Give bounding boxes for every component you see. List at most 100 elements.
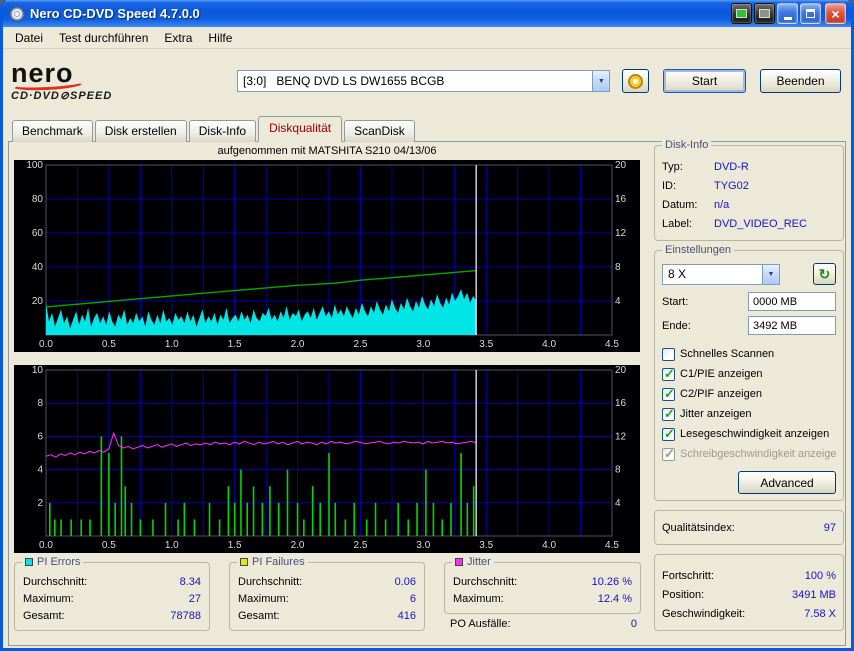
end-position-field[interactable]	[748, 316, 836, 335]
charts-column: aufgenommen mit MATSHITA S210 04/13/06 2…	[14, 145, 646, 641]
nero-logo: nero CD·DVD⊘SPEED	[10, 60, 223, 102]
tab-disk-info[interactable]: Disk-Info	[188, 120, 257, 142]
titlebar-utility-button-1[interactable]	[731, 3, 752, 24]
pif-avg-row: Durchschnitt: 0.06	[238, 576, 416, 588]
svg-text:60: 60	[32, 228, 44, 239]
tab-benchmark[interactable]: Benchmark	[12, 120, 93, 142]
svg-text:8: 8	[615, 262, 621, 273]
svg-text:40: 40	[32, 262, 44, 273]
pif-total-row: Gesamt: 416	[238, 610, 416, 622]
scan-speed-value: 8 X	[668, 267, 687, 281]
svg-text:3.5: 3.5	[479, 540, 493, 551]
svg-text:2.0: 2.0	[291, 540, 305, 551]
pif-max-row: Maximum: 6	[238, 593, 416, 605]
svg-text:80: 80	[32, 194, 44, 205]
side-column: Disk-Info Typ: DVD-R ID: TYG02 Datum: n/a L…	[654, 139, 844, 641]
svg-text:3.0: 3.0	[416, 339, 430, 350]
drive-select[interactable]: [3:0] BENQ DVD LS DW1655 BCGB ▼	[237, 70, 611, 92]
checkbox-schnelles-scannen[interactable]: ✓ Schnelles Scannen	[662, 344, 836, 364]
pif-legend-icon	[240, 558, 248, 566]
titlebar-utility-button-2[interactable]	[754, 3, 775, 24]
svg-text:4.5: 4.5	[605, 339, 619, 350]
advanced-button[interactable]: Advanced	[738, 471, 836, 494]
svg-text:16: 16	[615, 194, 627, 205]
checkbox-icon: ✓	[662, 405, 675, 421]
svg-text:8: 8	[37, 398, 43, 409]
checkbox-c2-pif[interactable]: ✓ C2/PIF anzeigen	[662, 384, 836, 404]
svg-text:0.5: 0.5	[102, 540, 116, 551]
checkbox-lesegeschwindigkeit[interactable]: ✓ Lesegeschwindigkeit anzeigen	[662, 424, 836, 444]
scan-speed-select[interactable]: 8 X ▼	[662, 263, 780, 285]
svg-text:4: 4	[37, 465, 43, 476]
titlebar[interactable]: Nero CD-DVD Speed 4.7.0.0 ×	[3, 0, 851, 27]
tab-bar: Benchmark Disk erstellen Disk-Info Diskq…	[12, 115, 851, 142]
menu-hilfe[interactable]: Hilfe	[200, 29, 240, 47]
svg-text:6: 6	[37, 431, 43, 442]
logo-subtext: CD·DVD⊘SPEED	[11, 90, 113, 102]
po-failures-row: PO Ausfälle: 0	[450, 618, 637, 630]
close-icon: ×	[831, 5, 840, 22]
drive-select-value: [3:0] BENQ DVD LS DW1655 BCGB	[243, 74, 445, 88]
settings-group: Einstellungen 8 X ▼ ↻ Start: Ende:	[654, 244, 844, 501]
svg-text:12: 12	[615, 228, 627, 239]
screen-icon	[759, 9, 770, 18]
checkbox-c1-pie[interactable]: ✓ C1/PIE anzeigen	[662, 364, 836, 384]
pi-errors-box: PI Errors Durchschnitt: 8.34 Maximum: 27 G…	[14, 556, 210, 631]
end-field-label: Ende:	[662, 319, 691, 332]
chevron-down-icon: ▼	[597, 77, 605, 85]
start-position-field[interactable]	[748, 292, 836, 311]
checkbox-jitter[interactable]: ✓ Jitter anzeigen	[662, 404, 836, 424]
svg-text:1.5: 1.5	[228, 540, 242, 551]
jitter-legend-icon	[455, 558, 463, 566]
minimize-button[interactable]	[777, 3, 798, 24]
eject-disc-button[interactable]	[622, 69, 650, 93]
pie-box-title: PI Errors	[37, 556, 81, 568]
quality-index-row: Qualitätsindex: 97	[662, 522, 836, 534]
diskqualitaet-panel: aufgenommen mit MATSHITA S210 04/13/06 2…	[8, 139, 846, 646]
checkbox-icon: ✓	[662, 425, 675, 441]
jitter-box: Jitter Durchschnitt: 10.26 % Maximum: 12.4…	[444, 556, 641, 614]
refresh-button[interactable]: ↻	[813, 263, 836, 285]
pif-box-title: PI Failures	[252, 556, 305, 568]
svg-text:16: 16	[615, 398, 627, 409]
chart-caption: aufgenommen mit MATSHITA S210 04/13/06	[217, 145, 437, 157]
chevron-down-icon: ▼	[767, 270, 775, 278]
svg-text:1.0: 1.0	[165, 540, 179, 551]
jitter-box-title: Jitter	[467, 556, 491, 568]
menu-test-durchfuehren[interactable]: Test durchführen	[51, 29, 156, 47]
close-button[interactable]: ×	[825, 3, 846, 24]
disk-id-row: ID: TYG02	[662, 180, 749, 192]
checkbox-schreibgeschwindigkeit: ✓ Schreibgeschwindigkeit anzeigen	[662, 445, 836, 461]
svg-text:1.0: 1.0	[165, 339, 179, 350]
tab-diskqualitaet[interactable]: Diskqualität	[258, 116, 343, 142]
jitter-column: Jitter Durchschnitt: 10.26 % Maximum: 12.4…	[444, 556, 641, 631]
checkbox-icon: ✓	[662, 365, 675, 381]
start-field-label: Start:	[662, 295, 689, 308]
jitter-pif-chart: 2 4 6 8 10 4 8 12 16 20 0.0 0.5 1.0 1.5 2.0 2.5 3.0 3.5 4.…	[14, 365, 640, 553]
stats-row: PI Errors Durchschnitt: 8.34 Maximum: 27 G…	[14, 556, 646, 631]
tab-disk-erstellen[interactable]: Disk erstellen	[94, 120, 187, 142]
maximize-icon	[806, 9, 815, 18]
scan-speed-arrow[interactable]: ▼	[762, 264, 779, 284]
maximize-button[interactable]	[800, 3, 821, 24]
quit-button[interactable]: Beenden	[760, 69, 841, 93]
menu-datei[interactable]: Datei	[7, 29, 51, 47]
svg-text:1.5: 1.5	[228, 339, 242, 350]
settings-title: Einstellungen	[665, 244, 732, 256]
pie-total-row: Gesamt: 78788	[23, 610, 201, 622]
menu-extra[interactable]: Extra	[156, 29, 200, 47]
refresh-icon: ↻	[818, 265, 831, 282]
drive-select-arrow[interactable]: ▼	[592, 71, 610, 91]
toolbar: nero CD·DVD⊘SPEED [3:0] BENQ DVD LS DW16…	[3, 49, 851, 113]
checkbox-icon: ✓	[662, 347, 675, 361]
screen-icon	[736, 9, 747, 18]
svg-text:2.5: 2.5	[353, 339, 367, 350]
start-button[interactable]: Start	[663, 69, 746, 93]
svg-text:12: 12	[615, 431, 627, 442]
disk-label-row: Label: DVD_VIDEO_REC	[662, 218, 807, 230]
svg-text:20: 20	[615, 160, 627, 171]
tab-scandisk[interactable]: ScanDisk	[344, 120, 415, 142]
svg-text:0.5: 0.5	[102, 339, 116, 350]
svg-text:4: 4	[615, 296, 621, 307]
pie-max-row: Maximum: 27	[23, 593, 201, 605]
